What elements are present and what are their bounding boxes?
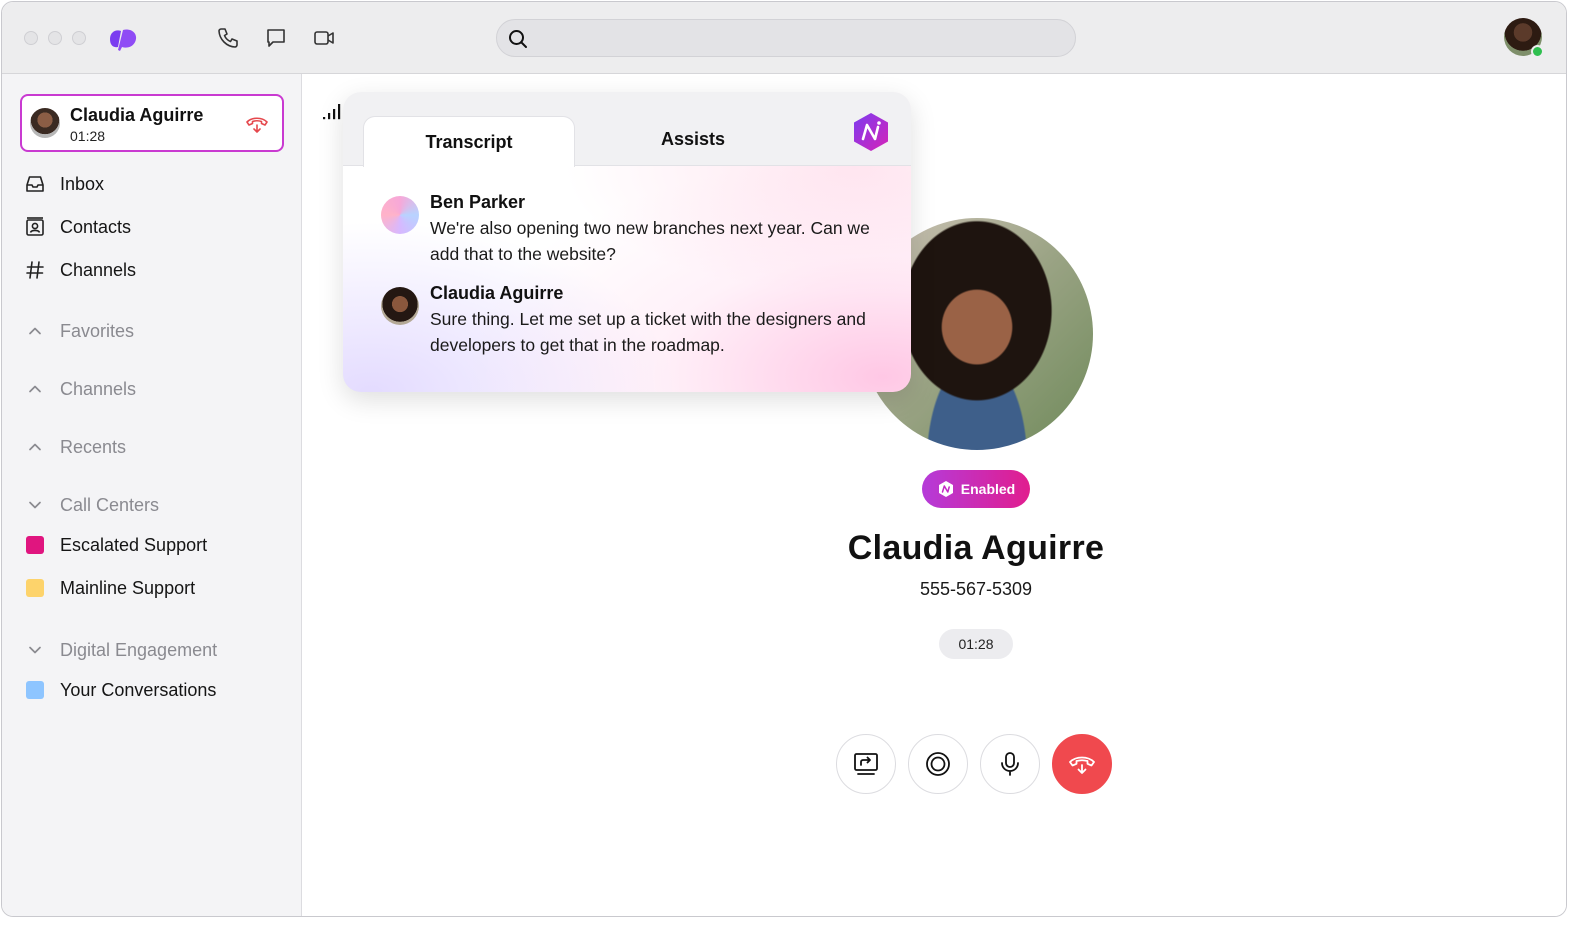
screen-share-icon (854, 753, 878, 775)
hash-icon (24, 259, 46, 281)
sidebar-item-label: Mainline Support (60, 577, 196, 598)
chevron-down-icon (24, 494, 46, 516)
color-square-icon (24, 534, 46, 556)
chat-icon[interactable] (264, 26, 288, 50)
section-favorites[interactable]: Favorites (24, 318, 134, 344)
message-text: We're also opening two new branches next… (430, 218, 870, 264)
section-call-centers[interactable]: Call Centers (24, 492, 159, 518)
contacts-icon (24, 216, 46, 238)
presence-online-indicator (1531, 45, 1544, 58)
speaker-name: Claudia Aguirre (430, 283, 564, 303)
search-icon (509, 30, 527, 48)
app-logo-icon (110, 29, 137, 51)
active-call-duration: 01:28 (70, 128, 106, 144)
search-input[interactable] (537, 20, 1067, 56)
section-recents[interactable]: Recents (24, 434, 126, 460)
sidebar-item-label: Escalated Support (60, 534, 208, 555)
sidebar-item-contacts[interactable]: Contacts (24, 213, 131, 241)
title-bar (2, 2, 1566, 74)
hangup-icon (1069, 756, 1095, 774)
tab-assists[interactable]: Assists (593, 114, 793, 165)
transcript-message: Ben Parker We're also opening two new br… (381, 192, 881, 272)
end-call-button[interactable] (1052, 734, 1112, 794)
transcript-message: Claudia Aguirre Sure thing. Let me set u… (381, 283, 881, 363)
section-label: Call Centers (60, 494, 160, 515)
inbox-icon (24, 173, 46, 195)
active-call-avatar (30, 108, 60, 138)
ai-assistant-icon[interactable] (851, 112, 891, 152)
section-label: Recents (60, 436, 127, 457)
speaker-avatar (381, 287, 419, 325)
active-call-name: Claudia Aguirre (70, 105, 204, 125)
ai-status-label: Enabled (960, 481, 1016, 497)
sidebar-item-escalated-support[interactable]: Escalated Support (24, 531, 207, 559)
sidebar-item-mainline-support[interactable]: Mainline Support (24, 574, 195, 602)
ai-status-badge: Enabled (922, 470, 1030, 508)
section-channels[interactable]: Channels (24, 376, 136, 402)
speaker-name: Ben Parker (430, 192, 526, 212)
sidebar-item-label: Inbox (60, 173, 105, 194)
sidebar-item-your-conversations[interactable]: Your Conversations (24, 676, 216, 704)
window-close-button[interactable] (24, 31, 38, 45)
user-avatar[interactable] (1504, 18, 1544, 58)
section-digital-engagement[interactable]: Digital Engagement (24, 637, 217, 663)
section-label: Favorites (60, 320, 135, 341)
callee-name: Claudia Aguirre (847, 529, 1105, 567)
message-text: Sure thing. Let me set up a ticket with … (430, 309, 866, 355)
section-label: Digital Engagement (60, 639, 218, 660)
app-window: Claudia Aguirre 01:28 Inbox Contacts Cha… (1, 1, 1567, 917)
section-label: Channels (60, 378, 137, 399)
record-icon (926, 752, 950, 776)
window-maximize-button[interactable] (72, 31, 86, 45)
active-call-card[interactable]: Claudia Aguirre 01:28 (20, 94, 284, 152)
search-bar[interactable] (496, 19, 1076, 57)
screen-share-button[interactable] (836, 734, 896, 794)
phone-icon[interactable] (216, 26, 240, 50)
chevron-up-icon (24, 320, 46, 342)
chevron-down-icon (24, 639, 46, 661)
chevron-up-icon (24, 436, 46, 458)
microphone-icon (1001, 752, 1019, 776)
signal-strength-icon (323, 104, 341, 120)
mute-button[interactable] (980, 734, 1040, 794)
transcript-panel: Transcript Assists Ben Parker We're also… (343, 92, 911, 392)
sidebar-item-label: Your Conversations (60, 679, 217, 700)
sidebar-item-channels[interactable]: Channels (24, 256, 136, 284)
tab-transcript[interactable]: Transcript (363, 116, 575, 167)
sidebar: Claudia Aguirre 01:28 Inbox Contacts Cha… (2, 74, 302, 916)
hangup-icon[interactable] (244, 111, 270, 137)
chevron-up-icon (24, 378, 46, 400)
sidebar-item-label: Channels (60, 259, 137, 280)
video-icon[interactable] (312, 26, 336, 50)
callee-phone: 555-567-5309 (919, 579, 1033, 599)
call-timer: 01:28 (939, 629, 1013, 659)
ai-assistant-icon (938, 481, 953, 497)
record-button[interactable] (908, 734, 968, 794)
speaker-avatar (381, 196, 419, 234)
color-square-icon (24, 679, 46, 701)
window-minimize-button[interactable] (48, 31, 62, 45)
call-view: Transcript Assists Ben Parker We're also… (303, 74, 1566, 916)
color-square-icon (24, 577, 46, 599)
sidebar-item-inbox[interactable]: Inbox (24, 170, 104, 198)
sidebar-item-label: Contacts (60, 216, 132, 237)
panel-tabs: Transcript Assists (343, 92, 911, 167)
